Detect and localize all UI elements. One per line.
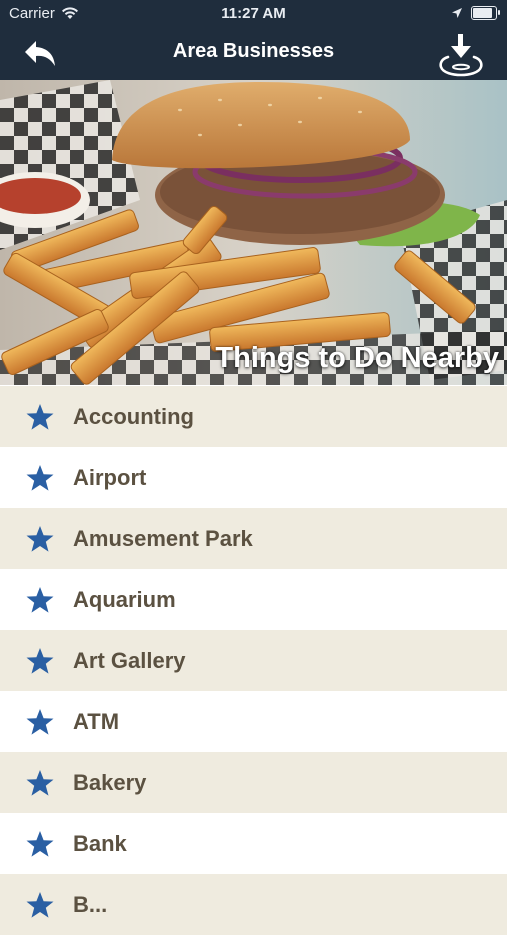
business-category-list: Accounting Airport Amusement Park Aquari…	[0, 386, 507, 935]
list-item-label: Art Gallery	[73, 648, 186, 673]
list-item-label: Bakery	[73, 770, 147, 795]
list-item-label: Accounting	[73, 404, 194, 429]
navigation-bar: Area Businesses	[0, 28, 507, 80]
list-item-label: ATM	[73, 709, 120, 734]
list-item-label: B...	[73, 892, 108, 917]
hero-banner: Things to Do Nearby	[0, 80, 507, 385]
page-title: Area Businesses	[172, 40, 335, 62]
list-item[interactable]: Accounting	[0, 386, 507, 447]
star-icon	[26, 770, 54, 796]
download-icon	[439, 34, 483, 77]
battery-icon	[471, 6, 500, 20]
star-icon	[26, 587, 54, 613]
list-item[interactable]: Bank	[0, 813, 507, 874]
hero-caption: Things to Do Nearby	[215, 342, 499, 374]
list-item[interactable]: Aquarium	[0, 569, 507, 630]
list-item-label: Bank	[73, 831, 127, 856]
star-icon	[26, 526, 54, 552]
list-item[interactable]: Art Gallery	[0, 630, 507, 691]
list-item-label: Airport	[73, 465, 147, 490]
download-button[interactable]	[437, 31, 485, 77]
list-item[interactable]: Bakery	[0, 752, 507, 813]
star-icon	[26, 465, 54, 491]
star-icon	[26, 648, 54, 674]
burger-and-fries-image	[0, 80, 507, 385]
list-item[interactable]: ATM	[0, 691, 507, 752]
list-item[interactable]: Airport	[0, 447, 507, 508]
star-icon	[26, 709, 54, 735]
status-bar: Carrier 11:27 AM	[0, 0, 507, 28]
status-time: 11:27 AM	[221, 5, 286, 22]
location-arrow-icon	[452, 8, 462, 18]
status-right	[451, 6, 500, 20]
list-item-label: Aquarium	[73, 587, 176, 612]
list-item[interactable]: Amusement Park	[0, 508, 507, 569]
star-icon	[26, 831, 54, 857]
star-icon	[26, 892, 54, 918]
star-icon	[26, 404, 54, 430]
list-item-label: Amusement Park	[73, 526, 253, 551]
list-item[interactable]: B...	[0, 874, 507, 935]
